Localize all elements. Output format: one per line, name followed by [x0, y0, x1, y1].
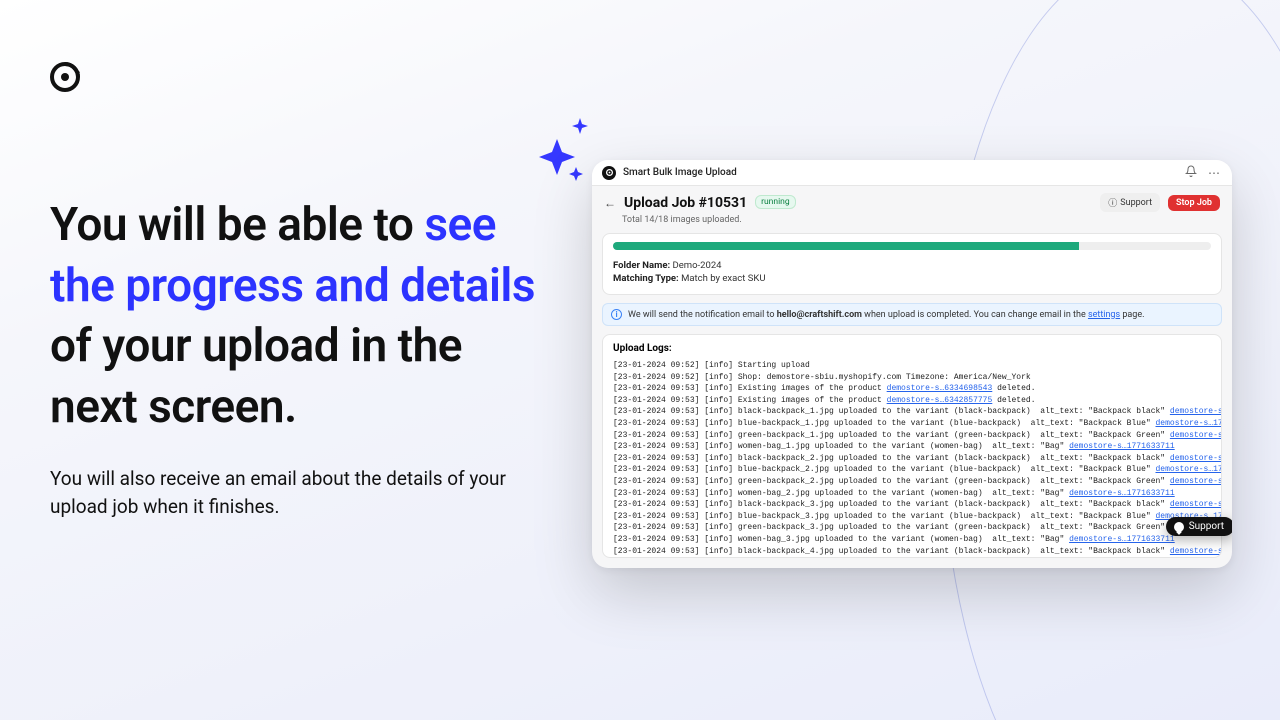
title-bar: Smart Bulk Image Upload ⋯	[592, 160, 1232, 186]
support-chat-pill[interactable]: Support	[1166, 517, 1232, 536]
log-line: [23-01-2024 09:53] [info] green-backpack…	[613, 430, 1211, 442]
info-icon: i	[611, 309, 622, 320]
log-link[interactable]: demostore-s…6334698543	[887, 384, 993, 393]
log-line: [23-01-2024 09:53] [info] women-bag_3.jp…	[613, 534, 1211, 546]
log-line: [23-01-2024 09:53] [info] black-backpack…	[613, 546, 1211, 558]
match-label: Matching Type:	[613, 273, 679, 284]
app-title: Smart Bulk Image Upload	[623, 167, 737, 178]
status-badge: running	[755, 195, 796, 209]
folder-label: Folder Name:	[613, 260, 670, 271]
settings-link[interactable]: settings	[1088, 310, 1120, 320]
email-notice: i We will send the notification email to…	[602, 303, 1222, 326]
back-icon[interactable]: ←	[604, 196, 616, 210]
sparkle-decoration	[530, 112, 600, 196]
log-link[interactable]: demostore-s…17579039	[1170, 407, 1222, 416]
log-line: [23-01-2024 09:53] [info] women-bag_1.jp…	[613, 441, 1211, 453]
log-link[interactable]: demostore-s…1771633711	[1069, 442, 1175, 451]
progress-fill	[613, 242, 1079, 250]
log-link[interactable]: demostore-s…1757871151	[1156, 465, 1223, 474]
upload-subtotal: Total 14/18 images uploaded.	[592, 215, 1232, 233]
logs-card: Upload Logs: [23-01-2024 09:52] [info] S…	[602, 334, 1222, 558]
log-line: [23-01-2024 09:53] [info] black-backpack…	[613, 453, 1211, 465]
log-line: [23-01-2024 09:52] [info] Starting uploa…	[613, 360, 1211, 372]
subheadline: You will also receive an email about the…	[50, 465, 520, 520]
log-link[interactable]: demostore-s…17578383	[1170, 477, 1222, 486]
log-lines: [23-01-2024 09:52] [info] Starting uploa…	[613, 360, 1211, 558]
log-line: [23-01-2024 09:53] [info] blue-backpack_…	[613, 557, 1211, 558]
headline: You will be able to see the progress and…	[50, 195, 560, 438]
log-link[interactable]: demostore-s…1771633711	[1069, 535, 1175, 544]
support-button[interactable]: ⓘSupport	[1100, 193, 1160, 212]
log-line: [23-01-2024 09:53] [info] green-backpack…	[613, 522, 1211, 534]
log-link[interactable]: demostore-s…1757871151	[1156, 419, 1223, 428]
log-line: [23-01-2024 09:53] [info] women-bag_2.jp…	[613, 488, 1211, 500]
page-header: ← Upload Job #10531 running ⓘSupport Sto…	[592, 186, 1232, 215]
log-line: [23-01-2024 09:53] [info] blue-backpack_…	[613, 418, 1211, 430]
log-link[interactable]: demostore-s…17578383	[1170, 431, 1222, 440]
log-line: [23-01-2024 09:53] [info] blue-backpack_…	[613, 464, 1211, 476]
job-title: Upload Job #10531	[624, 195, 747, 211]
question-icon: ⓘ	[1108, 196, 1117, 209]
log-line: [23-01-2024 09:53] [info] Existing image…	[613, 383, 1211, 395]
app-logo-icon	[602, 166, 616, 180]
log-link[interactable]: demostore-s…6342857775	[887, 396, 993, 405]
brand-logo	[48, 60, 82, 94]
progress-card: Folder Name: Demo-2024 Matching Type: Ma…	[602, 233, 1222, 295]
log-link[interactable]: demostore-s…	[1170, 547, 1222, 556]
log-link[interactable]: demostore-s…1771633711	[1069, 489, 1175, 498]
log-line: [23-01-2024 09:53] [info] black-backpack…	[613, 499, 1211, 511]
stop-job-button[interactable]: Stop Job	[1168, 195, 1220, 211]
log-line: [23-01-2024 09:52] [info] Shop: demostor…	[613, 372, 1211, 384]
log-link[interactable]: demostore-s…17579039	[1170, 500, 1222, 509]
log-link[interactable]: demostore-s…17579039	[1170, 454, 1222, 463]
progress-bar	[613, 242, 1211, 250]
more-icon[interactable]: ⋯	[1206, 164, 1222, 182]
log-line: [23-01-2024 09:53] [info] green-backpack…	[613, 476, 1211, 488]
app-window: Smart Bulk Image Upload ⋯ ← Upload Job #…	[592, 160, 1232, 568]
match-value: Match by exact SKU	[681, 273, 765, 284]
log-line: [23-01-2024 09:53] [info] blue-backpack_…	[613, 511, 1211, 523]
log-line: [23-01-2024 09:53] [info] Existing image…	[613, 395, 1211, 407]
notice-email: hello@craftshift.com	[777, 310, 862, 320]
log-line: [23-01-2024 09:53] [info] black-backpack…	[613, 406, 1211, 418]
chat-icon	[1174, 522, 1184, 532]
logs-title: Upload Logs:	[613, 343, 1211, 354]
bell-icon[interactable]	[1183, 163, 1199, 182]
folder-value: Demo-2024	[673, 260, 722, 271]
